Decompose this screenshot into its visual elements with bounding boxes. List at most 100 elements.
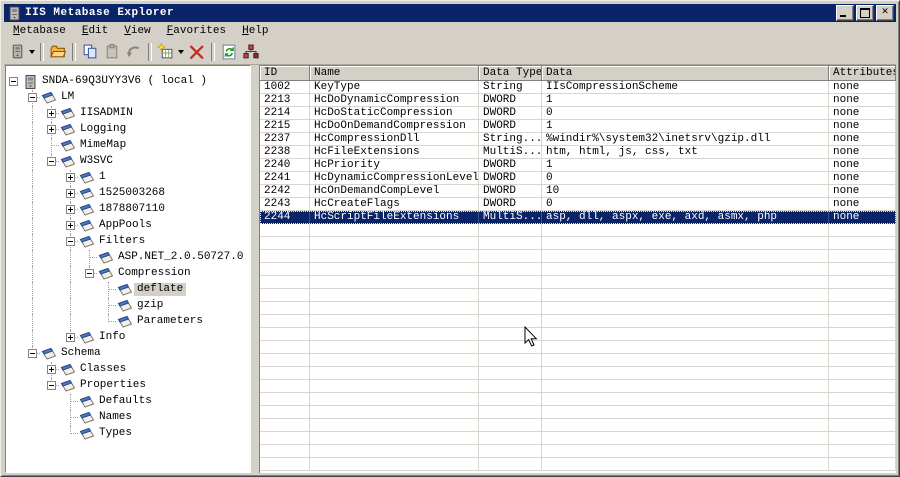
table-row[interactable]: 2242 HcOnDemandCompLevel DWORD 10 none <box>260 185 896 198</box>
tree-item-label[interactable]: AppPools <box>96 219 155 232</box>
new-key-button[interactable] <box>155 41 186 63</box>
empty-table-row[interactable] <box>260 302 896 315</box>
empty-table-row[interactable] <box>260 237 896 250</box>
panel-splitter[interactable] <box>251 65 259 473</box>
table-row[interactable]: 2237 HcCompressionDll String... %windir%\sy… <box>260 133 896 146</box>
empty-table-row[interactable] <box>260 328 896 341</box>
tree-item-label[interactable]: ASP.NET_2.0.50727.0 <box>115 251 246 264</box>
tree-item-defaults[interactable]: Defaults <box>6 394 250 410</box>
tree-item-label[interactable]: 1878807110 <box>96 203 168 216</box>
tree-item-properties[interactable]: Properties <box>6 378 250 394</box>
tree-item-label[interactable]: SNDA-69Q3UYY3V6 ( local ) <box>39 75 210 88</box>
empty-table-row[interactable] <box>260 380 896 393</box>
tree-item-label[interactable]: Properties <box>77 379 149 392</box>
tree-item-label[interactable]: 1525003268 <box>96 187 168 200</box>
paste-button[interactable] <box>101 41 123 63</box>
menu-favorites[interactable]: Favorites <box>159 24 234 39</box>
dropdown-arrow-icon[interactable] <box>178 50 184 54</box>
tree-item-info[interactable]: Info <box>6 330 250 346</box>
open-folder-button[interactable] <box>47 41 69 63</box>
table-row[interactable]: 2240 HcPriority DWORD 1 none <box>260 159 896 172</box>
tree-item-1[interactable]: 1 <box>6 170 250 186</box>
empty-table-row[interactable] <box>260 289 896 302</box>
copy-button[interactable] <box>79 41 101 63</box>
tree-item-lm[interactable]: LM <box>6 90 250 106</box>
tree-item-label[interactable]: Logging <box>77 123 129 136</box>
empty-table-row[interactable] <box>260 419 896 432</box>
table-row[interactable]: 2215 HcDoOnDemandCompression DWORD 1 none <box>260 120 896 133</box>
column-header-id[interactable]: ID <box>260 66 310 81</box>
tree-item-label[interactable]: deflate <box>134 283 187 296</box>
menu-metabase[interactable]: Metabase <box>5 24 74 39</box>
expand-icon[interactable] <box>47 109 56 118</box>
dropdown-arrow-icon[interactable] <box>29 50 35 54</box>
tree-item-parameters[interactable]: Parameters <box>6 314 250 330</box>
tree-item-label[interactable]: Filters <box>96 235 148 248</box>
tree-item-w3svc[interactable]: W3SVC <box>6 154 250 170</box>
expand-icon[interactable] <box>47 365 56 374</box>
tree-item-label[interactable]: Compression <box>115 267 194 280</box>
collapse-icon[interactable] <box>47 381 56 390</box>
tree-item-gzip[interactable]: gzip <box>6 298 250 314</box>
tree-item-label[interactable]: Info <box>96 331 128 344</box>
tree-item-schema[interactable]: Schema <box>6 346 250 362</box>
table-row[interactable]: 1002 KeyType String IIsCompressionScheme non… <box>260 81 896 94</box>
table-row[interactable]: 2243 HcCreateFlags DWORD 0 none <box>260 198 896 211</box>
tree-item-label[interactable]: Classes <box>77 363 129 376</box>
minimize-button[interactable] <box>836 5 854 21</box>
collapse-icon[interactable] <box>28 349 37 358</box>
tree-item-label[interactable]: Parameters <box>134 315 206 328</box>
collapse-icon[interactable] <box>9 77 18 86</box>
empty-table-row[interactable] <box>260 445 896 458</box>
column-header-data[interactable]: Data <box>542 66 829 81</box>
collapse-icon[interactable] <box>28 93 37 102</box>
table-row[interactable]: 2238 HcFileExtensions MultiS... htm, html, … <box>260 146 896 159</box>
tree-item-names[interactable]: Names <box>6 410 250 426</box>
menu-view[interactable]: View <box>116 24 158 39</box>
title-bar[interactable]: IIS Metabase Explorer ✕ <box>4 4 896 22</box>
collapse-icon[interactable] <box>85 269 94 278</box>
tree-item-compression[interactable]: Compression <box>6 266 250 282</box>
tree-item-label[interactable]: IISADMIN <box>77 107 136 120</box>
hierarchy-view-button[interactable] <box>240 41 262 63</box>
table-row[interactable]: 2213 HcDoDynamicCompression DWORD 1 none <box>260 94 896 107</box>
maximize-button[interactable] <box>856 5 874 21</box>
tree-item-1525003268[interactable]: 1525003268 <box>6 186 250 202</box>
tree-item-classes[interactable]: Classes <box>6 362 250 378</box>
column-header-data-type[interactable]: Data Type <box>479 66 542 81</box>
tree-item-deflate[interactable]: deflate <box>6 282 250 298</box>
tree-item-label[interactable]: Schema <box>58 347 104 360</box>
tree-item-mimemap[interactable]: MimeMap <box>6 138 250 154</box>
tree-item-label[interactable]: gzip <box>134 299 166 312</box>
tree-item-label[interactable]: 1 <box>96 171 109 184</box>
tree-item-label[interactable]: Types <box>96 427 135 440</box>
tree-item-label[interactable]: LM <box>58 91 77 104</box>
delete-button[interactable] <box>186 41 208 63</box>
column-header-name[interactable]: Name <box>310 66 479 81</box>
connect-server-button[interactable] <box>6 41 37 63</box>
tree-item-filters[interactable]: Filters <box>6 234 250 250</box>
empty-table-row[interactable] <box>260 458 896 471</box>
tree-item-snda-69q3uyy3v6-local-[interactable]: SNDA-69Q3UYY3V6 ( local ) <box>6 74 250 90</box>
undo-button[interactable] <box>123 41 145 63</box>
tree-item-types[interactable]: Types <box>6 426 250 442</box>
table-row[interactable]: 2241 HcDynamicCompressionLevel DWORD 0 none <box>260 172 896 185</box>
expand-icon[interactable] <box>66 189 75 198</box>
collapse-icon[interactable] <box>66 237 75 246</box>
empty-table-row[interactable] <box>260 393 896 406</box>
expand-icon[interactable] <box>66 221 75 230</box>
column-header-attributes[interactable]: Attributes <box>829 66 896 81</box>
tree-item-label[interactable]: Defaults <box>96 395 155 408</box>
tree-item-apppools[interactable]: AppPools <box>6 218 250 234</box>
tree-item-logging[interactable]: Logging <box>6 122 250 138</box>
refresh-button[interactable] <box>218 41 240 63</box>
expand-icon[interactable] <box>66 333 75 342</box>
close-button[interactable]: ✕ <box>876 5 894 21</box>
tree-item-label[interactable]: W3SVC <box>77 155 116 168</box>
tree-item-label[interactable]: Names <box>96 411 135 424</box>
tree-item-1878807110[interactable]: 1878807110 <box>6 202 250 218</box>
empty-table-row[interactable] <box>260 250 896 263</box>
empty-table-row[interactable] <box>260 354 896 367</box>
empty-table-row[interactable] <box>260 432 896 445</box>
tree-item-iisadmin[interactable]: IISADMIN <box>6 106 250 122</box>
